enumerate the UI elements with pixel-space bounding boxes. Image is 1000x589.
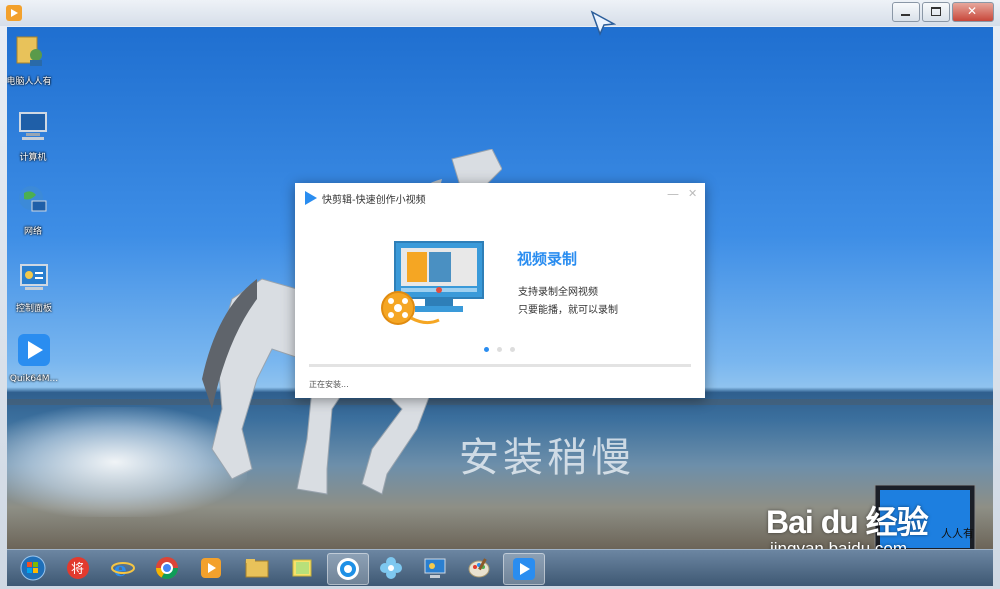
desktop-icon-label: Quik64M...	[9, 374, 59, 384]
start-orb-icon	[20, 555, 46, 581]
desktop-icon-label: 电脑人人有	[7, 77, 52, 87]
host-window: 安装稍慢 电脑人人有 计算机 网络 控制面板 Quik64M...	[0, 0, 1000, 589]
install-progress-bar	[309, 364, 691, 367]
chrome-icon	[156, 557, 178, 579]
screen-recording-illustration	[381, 241, 484, 325]
svg-text:将: 将	[71, 562, 84, 577]
carousel-dot[interactable]	[510, 347, 515, 352]
taskbar-item[interactable]	[237, 553, 277, 583]
qq-browser-icon	[337, 558, 359, 580]
baidu-logo-text: Bai du 经验	[766, 504, 929, 540]
taskbar-item[interactable]	[459, 553, 499, 583]
carousel-indicators	[484, 347, 523, 352]
overlay-caption: 安装稍慢	[459, 435, 635, 481]
baidu-url-text: jingyan.baidu.com	[770, 539, 908, 549]
folder-user-icon	[16, 36, 42, 66]
feature-description-line-1: 支持录制全网视频	[518, 287, 598, 298]
carousel-dot[interactable]	[497, 347, 502, 352]
dialog-close-button[interactable]: ✕	[688, 187, 697, 200]
desktop-icon-user-folder[interactable]: 电脑人人有	[7, 33, 59, 87]
dialog-title: 快剪辑-快速创作小视频	[322, 195, 426, 206]
desktop-icon-network[interactable]: 网络	[7, 183, 63, 237]
taskbar-item[interactable]	[147, 553, 187, 583]
desktop-icon-label: 网络	[23, 227, 42, 237]
taskbar-item-active[interactable]	[503, 553, 545, 585]
desktop-icon-label: 控制面板	[15, 304, 52, 314]
kuaijianji-app-icon	[18, 334, 50, 366]
paint-icon	[468, 558, 490, 578]
window-controls	[890, 2, 994, 22]
computer-icon	[19, 112, 47, 140]
sticky-notes-icon	[292, 559, 312, 577]
window-titlebar[interactable]	[0, 0, 1000, 26]
control-panel-icon	[20, 264, 48, 290]
taskbar-item-active[interactable]	[327, 553, 369, 585]
kuaijianji-app-icon	[513, 558, 535, 580]
desktop-icon-computer[interactable]: 计算机	[7, 109, 63, 163]
desktop-icon-control-panel[interactable]: 控制面板	[7, 260, 64, 314]
taskbar-start-button[interactable]	[13, 553, 53, 583]
taskbar-item[interactable]	[415, 553, 455, 583]
minimize-button[interactable]	[892, 2, 920, 22]
taskbar-item[interactable]	[371, 553, 411, 583]
installer-dialog: 快剪辑-快速创作小视频 — ✕ 视频录制 支持录制全网视频 只要能播，就可以录制	[295, 183, 705, 398]
feature-description-line-2: 只要能播，就可以录制	[518, 305, 618, 316]
app-icon	[6, 5, 22, 21]
media-player-icon	[201, 558, 221, 578]
taskbar-item[interactable]: 将	[58, 553, 98, 583]
jiang-app-icon: 将	[67, 557, 89, 579]
carousel-dot[interactable]	[484, 347, 489, 352]
taskbar: 将 e	[7, 549, 993, 586]
desktop-icon-kuaijianji[interactable]: Quik64M...	[7, 333, 64, 384]
svg-text:人人有: 人人有	[941, 526, 974, 540]
taskbar-item[interactable]	[282, 553, 322, 583]
close-button[interactable]	[952, 2, 994, 22]
flower-app-icon	[380, 557, 402, 579]
install-status-text: 正在安装...	[309, 380, 349, 389]
feature-title: 视频录制	[517, 250, 578, 268]
network-globe-icon	[19, 186, 47, 212]
svg-text:e: e	[114, 557, 127, 580]
remote-desktop-icon	[424, 558, 446, 578]
kuaijianji-logo-icon	[305, 191, 317, 205]
baidu-jingyan-watermark: Bai du 经验	[766, 497, 929, 543]
maximize-button[interactable]	[922, 2, 950, 22]
ie-browser-icon: e	[111, 557, 135, 580]
taskbar-item[interactable]: e	[103, 553, 143, 583]
file-explorer-icon	[245, 559, 269, 578]
dialog-minimize-button[interactable]: —	[667, 187, 679, 201]
taskbar-item[interactable]	[191, 553, 231, 583]
mouse-pointer-icon	[590, 10, 616, 36]
desktop-icon-label: 计算机	[19, 153, 47, 163]
